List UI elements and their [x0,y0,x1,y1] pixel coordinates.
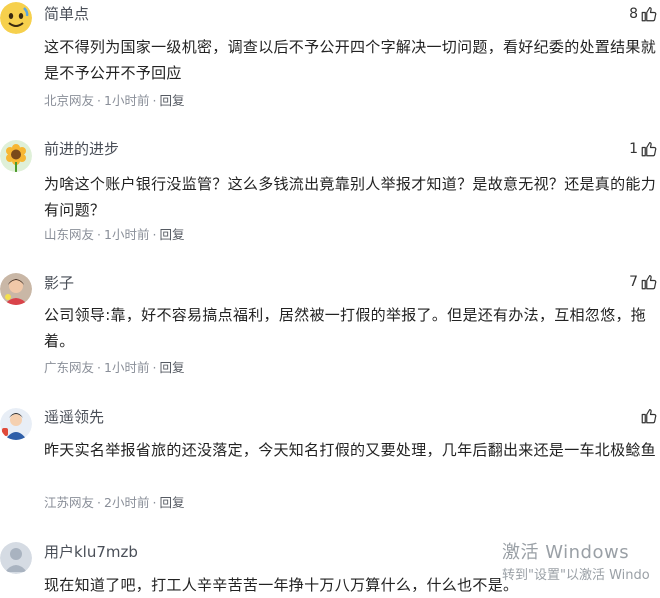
username[interactable]: 影子 [44,273,74,293]
timestamp: 2小时前 [104,495,150,510]
username[interactable]: 用户klu7mzb [44,542,138,562]
reply-button[interactable]: 回复 [159,227,184,242]
windows-activation-hint: 转到"设置"以激活 Windo [502,568,650,583]
like-count: 8 [629,6,638,22]
timestamp: 1小时前 [104,227,150,242]
user-avatar[interactable] [0,2,32,34]
like-count: 7 [629,274,638,290]
like-button[interactable]: 1 [629,140,658,158]
like-count: 1 [629,141,638,157]
location: 广东网友 [44,360,95,375]
reply-button[interactable]: 回复 [159,93,184,108]
user-avatar[interactable] [0,140,32,172]
like-button[interactable]: 7 [629,273,658,291]
user-avatar[interactable] [0,408,32,440]
comment-text: 昨天实名举报省旅的还没落定，今天知名打假的又要处理，几年后翻出来还是一车北极鲶鱼 [44,441,657,459]
comment-text: 公司领导:靠，好不容易搞点福利，居然被一打假的举报了。但是还有办法，互相忽悠，拖… [44,306,647,350]
username[interactable]: 简单点 [44,4,89,24]
username[interactable]: 遥遥领先 [44,407,104,427]
user-avatar[interactable] [0,273,32,305]
comment-meta: 广东网友 · 1小时前 · 回复 [44,360,185,375]
like-button[interactable] [638,407,658,425]
user-avatar[interactable] [0,542,32,574]
thumbs-up-icon [641,409,657,424]
comment-meta: 江苏网友 · 2小时前 · 回复 [44,495,185,510]
timestamp: 1小时前 [104,93,150,108]
like-button[interactable]: 8 [629,5,658,23]
location: 山东网友 [44,227,95,242]
username[interactable]: 前进的进步 [44,139,119,159]
windows-activation-title: 激活 Windows [502,542,630,563]
timestamp: 1小时前 [104,360,150,375]
comment-meta: 山东网友 · 1小时前 · 回复 [44,227,185,242]
location: 江苏网友 [44,495,95,510]
reply-button[interactable]: 回复 [159,495,184,510]
thumbs-up-icon [641,142,657,157]
thumbs-up-icon [641,7,657,22]
reply-button[interactable]: 回复 [159,360,184,375]
comment-meta: 北京网友 · 1小时前 · 回复 [44,93,185,108]
comment-text: 为啥这个账户银行没监管？这么多钱流出竟靠别人举报才知道？是故意无视？还是真的能力… [44,175,657,219]
location: 北京网友 [44,93,95,108]
thumbs-up-icon [641,275,657,290]
comment-text: 这不得列为国家一级机密，调查以后不予公开四个字解决一切问题，看好纪委的处置结果就… [44,38,657,82]
